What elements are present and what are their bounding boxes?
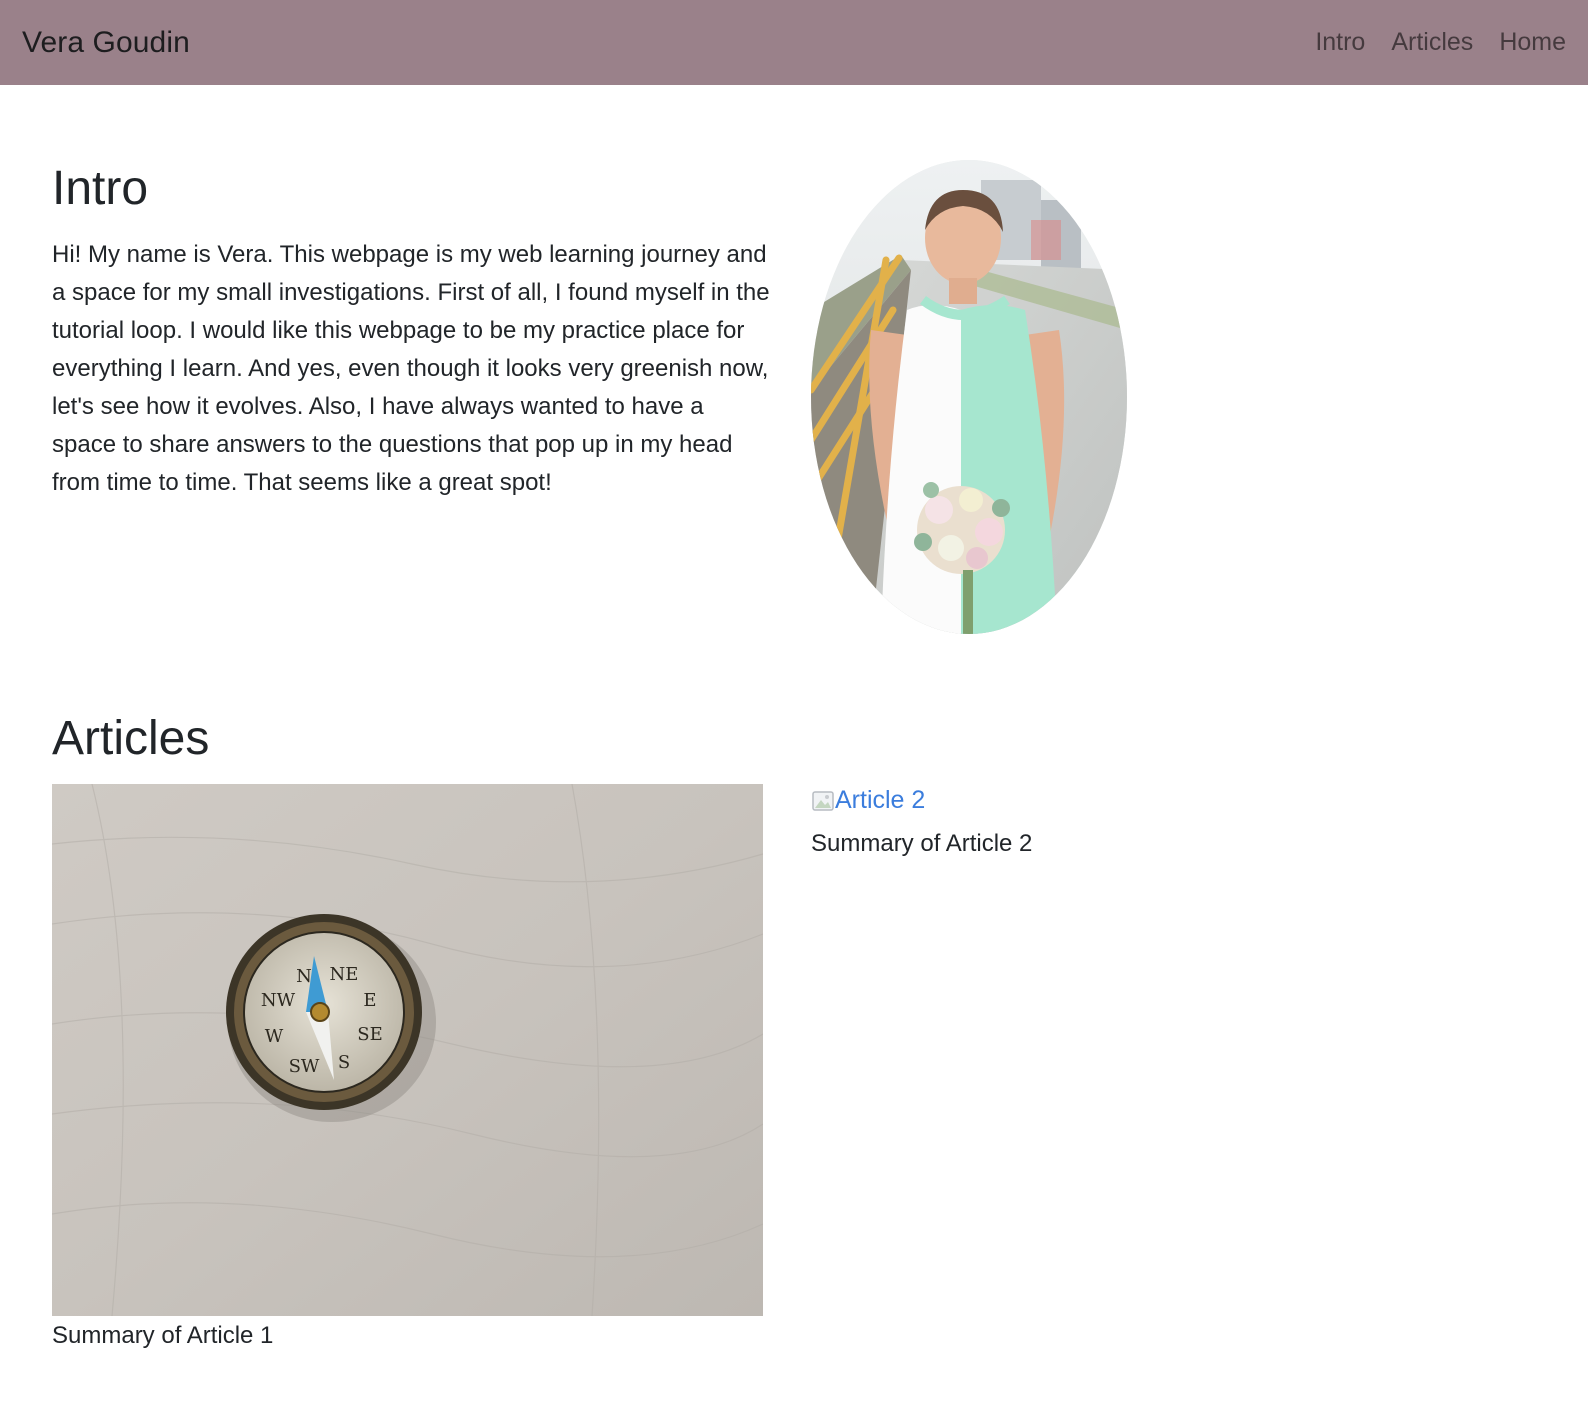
compass-photo: N NE E SE NW W SW S — [52, 784, 763, 1316]
intro-title: Intro — [52, 162, 149, 215]
portrait-photo — [811, 160, 1127, 634]
svg-text:NW: NW — [261, 990, 296, 1011]
svg-text:NE: NE — [330, 964, 359, 985]
article-1-image-link[interactable]: N NE E SE NW W SW S — [52, 784, 763, 1316]
broken-image-icon — [811, 789, 835, 813]
nav-link-home[interactable]: Home — [1499, 28, 1566, 57]
article-2-image-link[interactable]: Article 2 — [811, 786, 925, 815]
svg-text:N: N — [296, 966, 312, 987]
articles-title: Articles — [52, 712, 210, 765]
svg-text:SW: SW — [289, 1056, 320, 1077]
nav-link-articles[interactable]: Articles — [1391, 28, 1473, 57]
article-1-summary: Summary of Article 1 — [52, 1322, 274, 1349]
nav-link-intro[interactable]: Intro — [1315, 28, 1365, 57]
svg-text:E: E — [363, 990, 376, 1011]
navbar: Vera Goudin Intro Articles Home — [0, 0, 1588, 85]
nav-links: Intro Articles Home — [1315, 28, 1566, 57]
svg-text:S: S — [338, 1052, 350, 1073]
article-2-alt-text: Article 2 — [835, 786, 926, 814]
brand-link[interactable]: Vera Goudin — [22, 26, 190, 60]
article-2-summary: Summary of Article 2 — [811, 830, 1033, 857]
svg-text:SE: SE — [357, 1024, 382, 1045]
svg-text:W: W — [265, 1026, 284, 1047]
intro-text: Hi! My name is Vera. This webpage is my … — [52, 241, 770, 496]
